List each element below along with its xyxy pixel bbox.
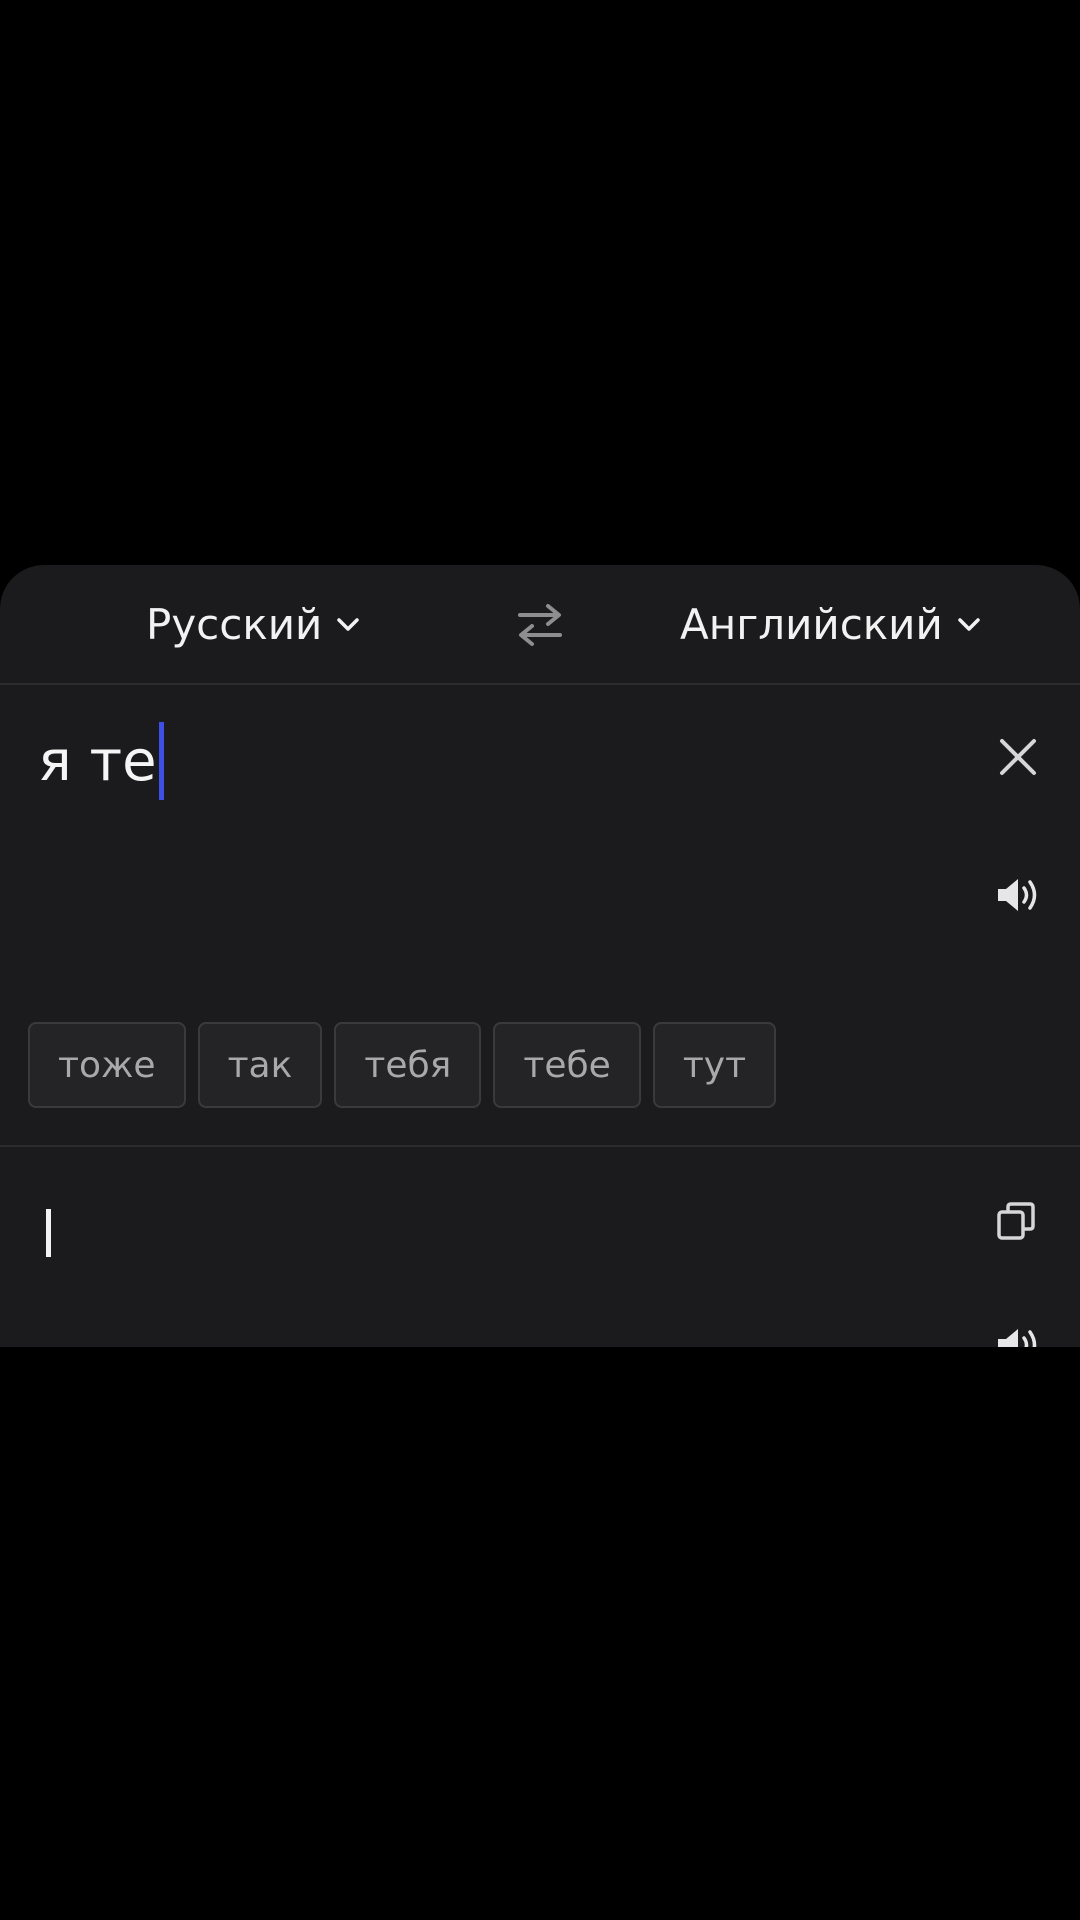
source-language-label: Русский <box>146 599 323 649</box>
target-language-selector[interactable]: Английский <box>680 599 983 649</box>
target-language-label: Английский <box>680 599 943 649</box>
source-text-input[interactable]: я те <box>38 721 164 801</box>
suggestion-chip[interactable]: тебя <box>334 1022 482 1108</box>
source-text-value: я те <box>38 728 157 794</box>
suggestion-chips: тоже так тебя тебе тут <box>28 1022 777 1108</box>
suggestion-chip[interactable]: тут <box>652 1022 777 1108</box>
copy-icon[interactable] <box>996 1201 1036 1241</box>
source-text-area[interactable]: я те тоже так тебя тебе тут <box>0 685 1080 1147</box>
translator-panel: Русский Английский я те тоже так тебя те… <box>0 565 1080 1347</box>
translation-output-area[interactable] <box>0 1147 1080 1347</box>
text-cursor <box>158 722 164 800</box>
chevron-down-icon <box>958 618 980 631</box>
suggestion-chip[interactable]: так <box>197 1022 323 1108</box>
speaker-icon[interactable] <box>994 875 1042 915</box>
suggestion-chip[interactable]: тебе <box>493 1022 641 1108</box>
close-icon[interactable] <box>996 735 1040 779</box>
output-cursor <box>46 1209 51 1257</box>
speaker-icon[interactable] <box>994 1325 1042 1347</box>
chevron-down-icon <box>337 618 360 631</box>
language-bar: Русский Английский <box>0 565 1080 685</box>
swap-languages-icon[interactable] <box>514 601 566 649</box>
suggestion-chip[interactable]: тоже <box>28 1022 186 1108</box>
source-language-selector[interactable]: Русский <box>146 599 362 649</box>
